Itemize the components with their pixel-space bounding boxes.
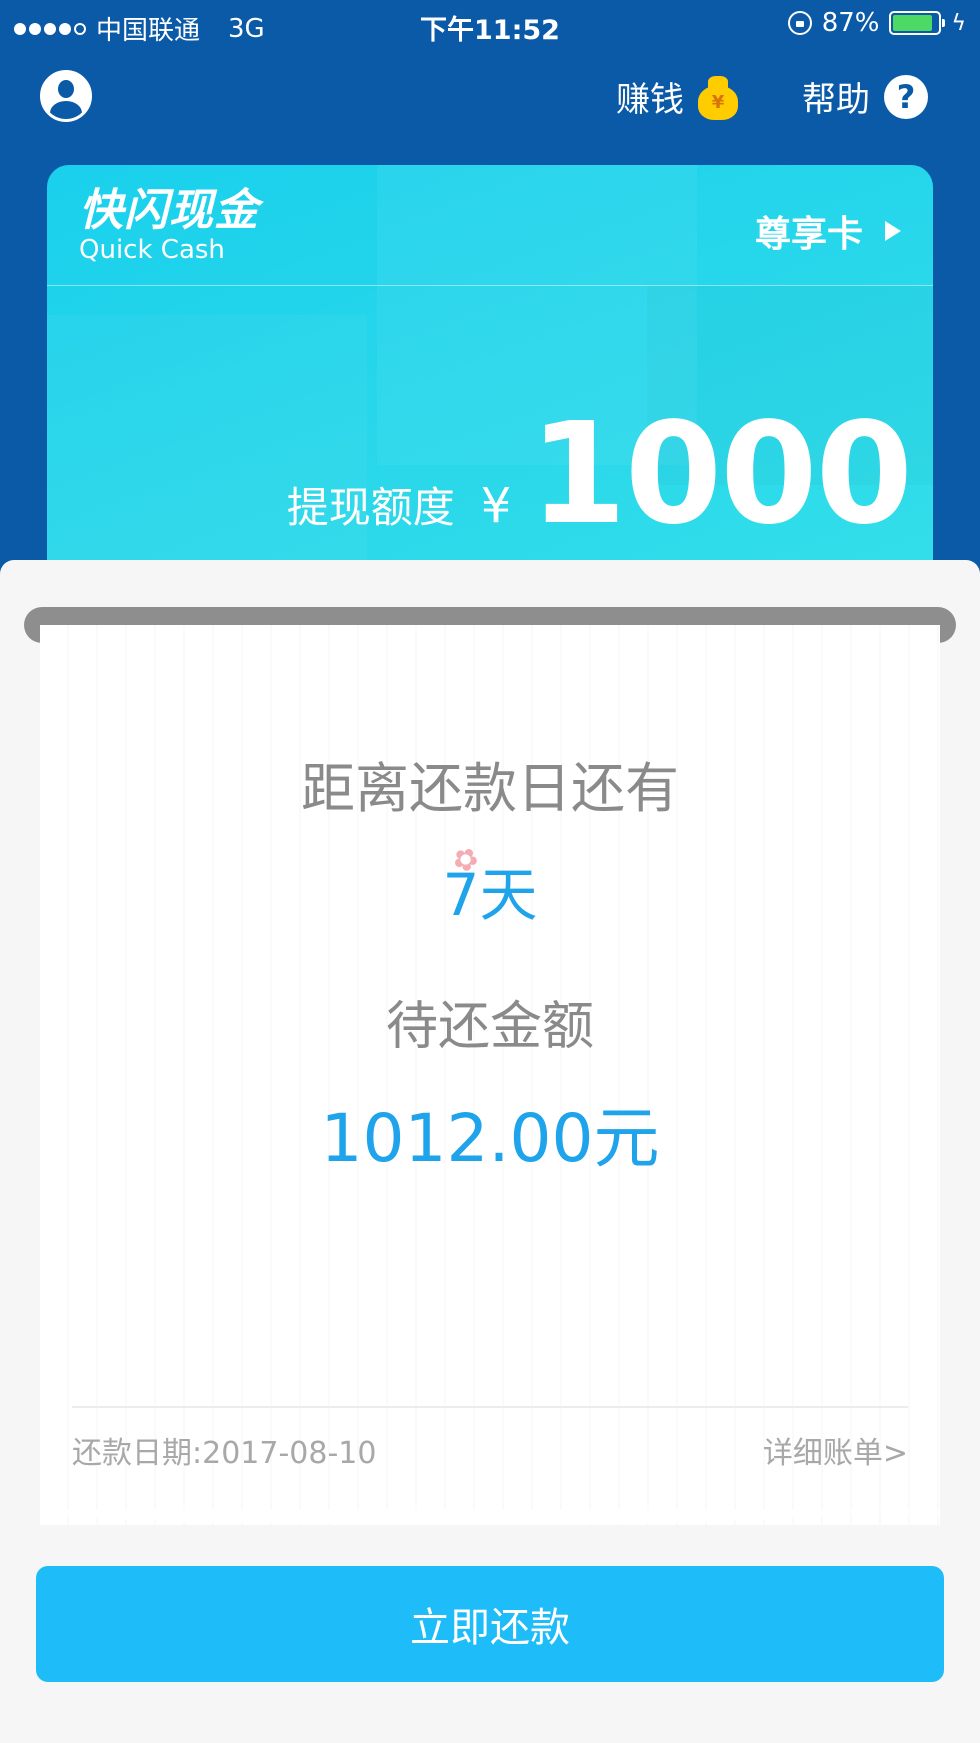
vip-card-label: 尊享卡 <box>754 214 863 255</box>
battery-icon <box>889 11 946 35</box>
status-right: 87% ϟ <box>787 8 966 38</box>
vip-card-link[interactable]: 尊享卡 <box>755 205 901 257</box>
earn-button[interactable]: 赚钱 ¥ <box>616 72 740 121</box>
moneybag-icon: ¥ <box>696 74 740 120</box>
play-arrow-icon <box>885 221 901 241</box>
card-divider <box>47 285 933 286</box>
credit-card: 快闪现金 Quick Cash 尊享卡 提现额度 ¥ 1000 <box>47 165 933 605</box>
amount-due-value: 1012.00元 <box>320 1100 660 1177</box>
earn-label: 赚钱 <box>616 80 684 120</box>
help-label: 帮助 <box>802 80 870 120</box>
receipt-divider <box>72 1406 908 1408</box>
pay-now-button[interactable]: 立即还款 <box>36 1566 944 1682</box>
credit-label: 提现额度 <box>286 483 455 532</box>
rotation-lock-icon <box>787 11 812 35</box>
top-nav: 赚钱 ¥ 帮助 ? <box>0 62 980 132</box>
charging-icon: ϟ <box>951 10 966 36</box>
help-button[interactable]: 帮助 ? <box>802 72 928 121</box>
avatar-icon[interactable] <box>40 70 92 122</box>
help-icon: ? <box>884 74 928 119</box>
logo-en: Quick Cash <box>79 235 225 265</box>
detailed-bill-link[interactable]: 详细账单> <box>763 1428 908 1472</box>
app-logo: 快闪现金 Quick Cash <box>79 185 259 266</box>
credit-limit: 提现额度 ¥ 1000 <box>286 393 913 556</box>
currency-symbol: ¥ <box>480 478 512 534</box>
battery-percent: 87% <box>821 8 880 38</box>
status-bar: 中国联通 3G 下午11:52 87% ϟ <box>0 0 980 50</box>
credit-amount: 1000 <box>529 393 913 556</box>
receipt-scalloped-edge <box>40 1510 940 1540</box>
due-date: 还款日期:2017-08-10 <box>72 1436 377 1471</box>
amount-due-label: 待还金额 <box>385 997 594 1057</box>
logo-cn: 快闪现金 <box>79 185 259 236</box>
